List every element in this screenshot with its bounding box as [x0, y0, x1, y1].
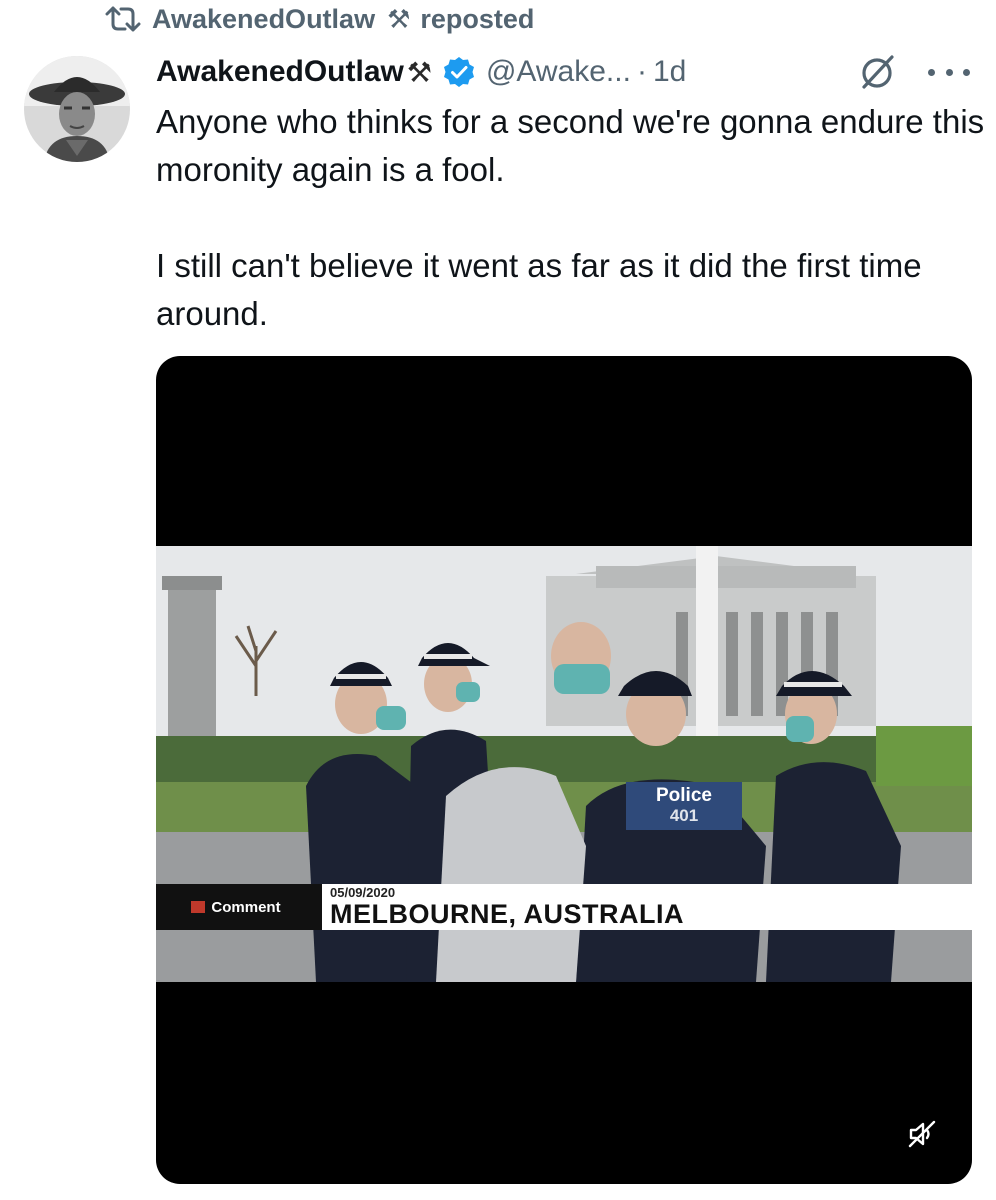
- author-name[interactable]: AwakenedOutlaw: [156, 55, 404, 89]
- broadcaster-mark-icon: [191, 901, 206, 913]
- vest-number: 401: [669, 806, 699, 825]
- repost-header[interactable]: AwakenedOutlaw ⚒ reposted: [104, 0, 534, 38]
- broadcaster-label: Comment: [211, 898, 281, 916]
- volume-muted-icon: [908, 1120, 936, 1148]
- post-text: Anyone who thinks for a second we're gon…: [156, 98, 986, 338]
- post-timestamp[interactable]: 1d: [653, 55, 686, 89]
- post-paragraph-1: Anyone who thinks for a second we're gon…: [156, 103, 985, 188]
- verified-badge-icon[interactable]: [442, 55, 476, 89]
- news-lower-third: Comment 05/09/2020 MELBOURNE, AUSTRALIA: [156, 884, 972, 930]
- hammer-pick-emoji: ⚒: [387, 3, 411, 34]
- caption-place: MELBOURNE, AUSTRALIA: [330, 899, 684, 929]
- video-player[interactable]: Police 401 Comment 05/09/2020 MELBOURNE,…: [156, 356, 972, 1184]
- repost-user[interactable]: AwakenedOutlaw: [152, 4, 375, 35]
- caption-box: 05/09/2020 MELBOURNE, AUSTRALIA: [316, 884, 972, 930]
- more-dot: [945, 68, 953, 76]
- post-paragraph-2: I still can't believe it went as far as …: [156, 247, 922, 332]
- repost-icon: [104, 3, 142, 35]
- avatar[interactable]: [24, 56, 130, 162]
- author-row: AwakenedOutlaw ⚒ @Awake... · 1d: [156, 50, 686, 94]
- more-dot: [928, 68, 935, 76]
- vest-patch: Police 401: [626, 782, 742, 830]
- video-frame: Police 401 Comment 05/09/2020 MELBOURNE,…: [156, 546, 972, 982]
- vest-label: Police: [656, 785, 712, 806]
- more-dot: [963, 68, 970, 76]
- mute-toggle-button[interactable]: [896, 1108, 948, 1160]
- broadcaster-logo: Comment: [156, 884, 316, 930]
- more-options-icon[interactable]: [928, 64, 970, 80]
- hammer-pick-emoji: ⚒: [406, 56, 432, 88]
- author-handle[interactable]: @Awake...: [486, 55, 631, 89]
- grok-icon[interactable]: [858, 52, 898, 92]
- caption-date: 05/09/2020: [330, 885, 396, 900]
- separator-dot: ·: [636, 55, 647, 88]
- repost-label: reposted: [420, 3, 535, 34]
